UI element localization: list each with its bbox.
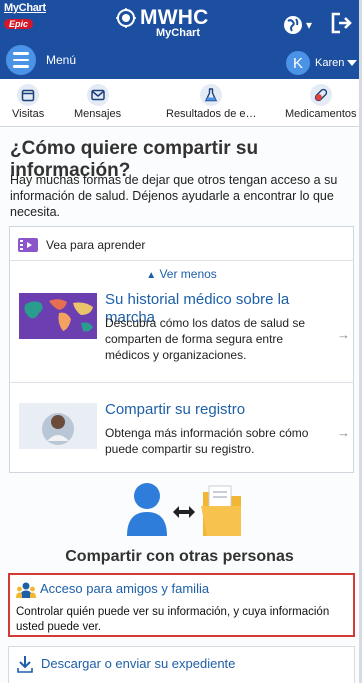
mychart-epic-logo[interactable]: MyChart Epic	[4, 2, 50, 36]
arrow-right-icon: →	[337, 425, 350, 440]
hamburger-icon	[6, 45, 36, 75]
pill-icon	[309, 84, 332, 106]
friends-family-title: Acceso para amigos y familia	[40, 581, 210, 596]
user-menu-button[interactable]: K Karen	[286, 50, 358, 76]
avatar: K	[286, 51, 310, 75]
menu-button[interactable]: Menú	[6, 45, 106, 75]
see-less-toggle[interactable]: ▲ Ver menos	[10, 267, 353, 281]
flask-icon	[200, 84, 223, 106]
menu-label: Menú	[46, 53, 77, 67]
nav-visitas[interactable]: Visitas	[12, 84, 44, 124]
person-thumbnail	[19, 403, 97, 449]
logout-icon	[331, 12, 352, 34]
nav-mensajes[interactable]: Mensajes	[74, 84, 121, 124]
chevron-up-icon: ▲	[146, 270, 157, 281]
user-name: Karen	[315, 57, 345, 69]
video-description: Descubra cómo los datos de salud se comp…	[105, 316, 306, 362]
nav-label: Visitas	[12, 108, 45, 120]
video-item-compartir[interactable]: Compartir su registro Obtenga más inform…	[19, 401, 350, 463]
learn-header-label: Vea para aprender	[46, 238, 146, 252]
nav-resultados[interactable]: Resultados de e…	[166, 84, 257, 124]
brand-subtitle: MyChart	[156, 27, 201, 39]
envelope-icon	[86, 84, 109, 106]
learn-header: Vea para aprender	[18, 235, 145, 255]
world-map-thumbnail	[19, 293, 97, 339]
brand-seal-icon	[116, 8, 136, 28]
shortcut-nav: Visitas Mensajes Resultados de e… Medica…	[0, 79, 359, 127]
main-content: ¿Cómo quiere compartir su información? H…	[0, 128, 359, 683]
intro-text: Hay muchas formas de dejar que otros ten…	[10, 173, 338, 219]
friends-family-description: Controlar quién puede ver su información…	[16, 606, 330, 633]
language-button[interactable]: ▾	[283, 14, 317, 36]
learn-card: Vea para aprender ▲ Ver menos Su histori…	[9, 226, 354, 473]
app-frame: MyChart Epic MWHC MyChart ▾ Menú K Karen…	[0, 0, 362, 683]
epic-logo-badge: Epic	[4, 19, 34, 29]
share-heading: Compartir con otras personas	[65, 548, 294, 565]
logout-button[interactable]	[330, 12, 356, 36]
friends-family-access-card[interactable]: Acceso para amigos y familia Controlar q…	[8, 573, 355, 637]
divider	[10, 382, 353, 383]
video-description: Obtenga más información sobre cómo puede…	[105, 426, 309, 456]
see-less-label: Ver menos	[159, 267, 217, 281]
download-icon	[17, 656, 33, 673]
people-icon	[16, 582, 36, 598]
divider	[10, 260, 353, 261]
video-item-historial[interactable]: Su historial médico sobre la marcha Desc…	[19, 291, 350, 378]
download-record-item[interactable]: Descargar o enviar su expediente	[8, 646, 355, 683]
globe-icon	[284, 16, 302, 34]
arrow-right-icon: →	[337, 327, 350, 342]
nav-label: Medicamentos	[285, 108, 357, 120]
chevron-down-icon	[347, 60, 358, 66]
nav-label: Mensajes	[74, 108, 122, 120]
nav-label: Resultados de e…	[166, 108, 257, 120]
video-title: Compartir su registro	[105, 401, 246, 418]
brand-logo: MWHC MyChart	[116, 6, 226, 39]
calendar-icon	[17, 84, 40, 106]
video-icon	[18, 238, 38, 252]
nav-medicamentos[interactable]: Medicamentos	[285, 84, 357, 124]
download-record-label: Descargar o enviar su expediente	[41, 656, 236, 671]
mychart-logo-text: MyChart	[4, 2, 46, 14]
share-illustration	[127, 483, 241, 536]
dropdown-dash-icon: ▾	[306, 18, 313, 32]
top-header: MyChart Epic MWHC MyChart ▾ Menú K Karen	[0, 0, 359, 79]
